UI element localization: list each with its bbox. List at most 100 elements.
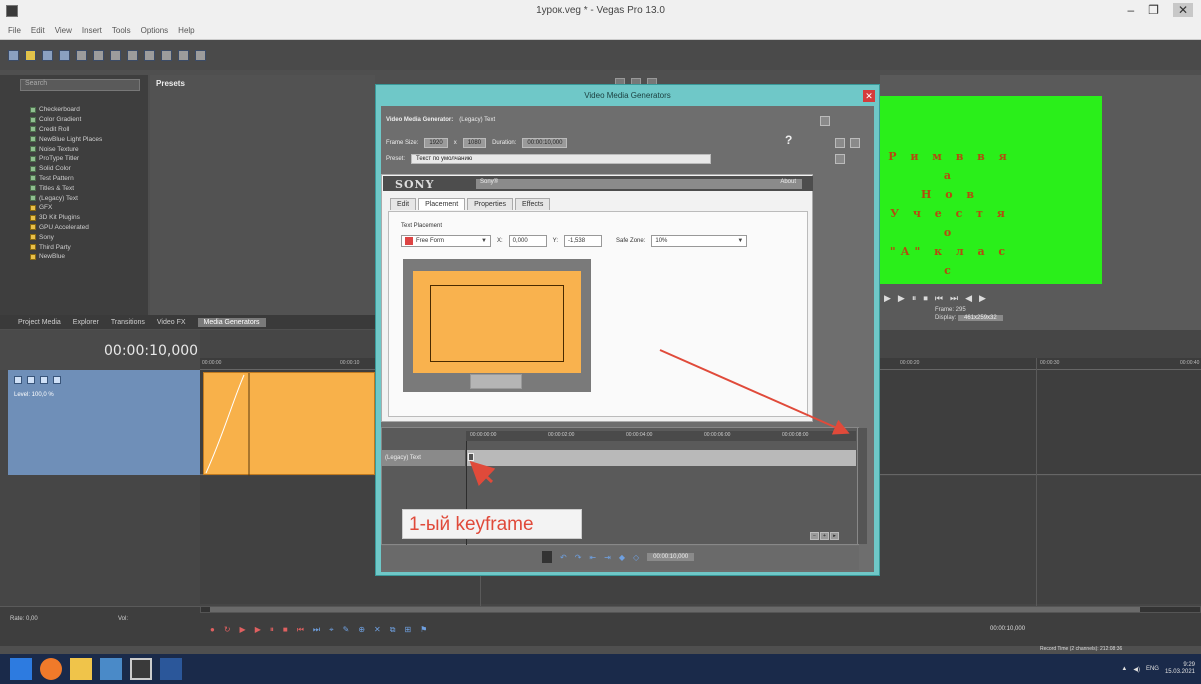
tree-folder[interactable]: Sony <box>30 232 102 242</box>
keyframe-scrollbar[interactable] <box>857 428 867 544</box>
tree-item[interactable]: Credit Roll <box>30 125 102 135</box>
preset-select[interactable]: Текст по умолчанию <box>411 154 712 164</box>
tree-folder[interactable]: GPU Accelerated <box>30 223 102 233</box>
placement-mode-select[interactable]: Free Form ▼ <box>401 235 491 247</box>
track-motion-icon[interactable] <box>14 376 22 384</box>
menu-tools[interactable]: Tools <box>112 26 131 35</box>
add-keyframe-icon[interactable]: ◆ <box>619 553 625 562</box>
loop-icon[interactable]: ↻ <box>224 625 231 635</box>
tab-properties[interactable]: Properties <box>467 198 514 210</box>
save-as-icon[interactable] <box>59 49 70 61</box>
frame-width-input[interactable]: 1920 <box>424 138 448 148</box>
keyframe-timecode[interactable]: 00:00:10,000 <box>647 553 695 561</box>
solo-icon[interactable] <box>53 376 61 384</box>
keyframe-marker[interactable] <box>468 453 474 461</box>
next-keyframe-icon[interactable]: ⇤ <box>589 553 596 562</box>
word-icon[interactable] <box>160 658 182 680</box>
preview-toggle-icon[interactable] <box>820 116 830 126</box>
prev-frame-icon[interactable]: ⏮ <box>935 293 943 304</box>
tab-video-fx[interactable]: Video FX <box>157 319 186 326</box>
normal-edit-tool-icon[interactable]: ⌖ <box>329 625 334 635</box>
keyframe-ruler[interactable]: 00:00:00:00 00:00:02:00 00:00:04:00 00:0… <box>466 431 856 441</box>
tree-folder[interactable]: NewBlue <box>30 252 102 262</box>
sync-cursor-icon[interactable] <box>542 551 552 563</box>
zoom-in-icon[interactable]: + <box>820 532 829 540</box>
delete-icon[interactable]: ✕ <box>374 625 381 635</box>
prev-keyframe-icon[interactable]: ↷ <box>575 553 582 562</box>
stop-icon[interactable]: ■ <box>283 625 288 635</box>
x-input[interactable]: 0,000 <box>508 235 547 247</box>
marker-icon[interactable]: ⚑ <box>420 625 427 635</box>
track-fx-icon[interactable] <box>27 376 35 384</box>
split-icon[interactable]: ⧉ <box>390 625 396 635</box>
vegas-taskbar-icon[interactable] <box>130 658 152 680</box>
text-position-handle[interactable] <box>470 374 522 389</box>
menu-view[interactable]: View <box>55 26 72 35</box>
go-end-icon[interactable]: ⏭ <box>313 625 320 635</box>
undo-icon[interactable] <box>161 49 172 61</box>
mute-icon[interactable] <box>40 376 48 384</box>
preset-dropdown-icon[interactable] <box>835 154 845 164</box>
about-button[interactable]: About <box>780 179 796 185</box>
go-start-icon[interactable]: ⏮ <box>297 625 304 635</box>
dialog-close-button[interactable]: ✕ <box>863 90 875 102</box>
next-frame-icon[interactable]: ⏭ <box>950 293 958 304</box>
menu-insert[interactable]: Insert <box>82 26 102 35</box>
tree-item[interactable]: Solid Color <box>30 164 102 174</box>
y-input[interactable]: -1,538 <box>564 235 603 247</box>
new-project-icon[interactable] <box>8 49 19 61</box>
render-icon[interactable] <box>76 49 87 61</box>
tree-folder[interactable]: Third Party <box>30 242 102 252</box>
paste-icon[interactable] <box>144 49 155 61</box>
video-track-header[interactable]: Level: 100,0 % <box>8 370 200 475</box>
tree-item[interactable]: Color Gradient <box>30 115 102 125</box>
zoom-out-icon[interactable]: − <box>810 532 819 540</box>
play-icon[interactable]: ▶ <box>884 293 891 304</box>
help-icon[interactable]: ? <box>785 133 792 147</box>
menu-edit[interactable]: Edit <box>31 26 45 35</box>
last-keyframe-icon[interactable]: ⇥ <box>604 553 611 562</box>
close-button[interactable]: ✕ <box>1172 3 1193 17</box>
tree-item[interactable]: Test Pattern <box>30 174 102 184</box>
zoom-tool-icon[interactable]: ⊕ <box>358 625 365 635</box>
menu-options[interactable]: Options <box>141 26 169 35</box>
tree-item[interactable]: Checkerboard <box>30 105 102 115</box>
open-folder-icon[interactable] <box>25 49 36 61</box>
keyframe-lane[interactable] <box>466 450 856 466</box>
stop-icon[interactable]: ⏹ <box>923 293 928 304</box>
tree-item[interactable]: Titles & Text <box>30 183 102 193</box>
menu-help[interactable]: Help <box>178 26 194 35</box>
minimize-button[interactable]: – <box>1127 3 1134 17</box>
language-indicator[interactable]: ENG <box>1146 666 1159 672</box>
properties-icon[interactable] <box>93 49 104 61</box>
scroll-right-icon[interactable]: ▸ <box>830 532 839 540</box>
forward-icon[interactable]: ▶ <box>979 293 986 304</box>
safe-zone-select[interactable]: 10% ▼ <box>651 235 748 247</box>
tree-item[interactable]: NewBlue Light Places <box>30 134 102 144</box>
play-from-start-icon[interactable]: ▶ <box>898 293 905 304</box>
pause-icon[interactable]: ⏸ <box>270 625 274 635</box>
tab-explorer[interactable]: Explorer <box>73 319 99 326</box>
tab-placement[interactable]: Placement <box>418 198 466 210</box>
envelope-tool-icon[interactable]: ✎ <box>343 625 350 635</box>
network-icon[interactable]: ▲ <box>1121 666 1127 672</box>
tab-transitions[interactable]: Transitions <box>111 319 145 326</box>
pc-icon[interactable] <box>100 658 122 680</box>
pause-icon[interactable]: ⏸ <box>912 293 917 304</box>
maximize-button[interactable]: ❐ <box>1148 3 1159 17</box>
clock[interactable]: 9:29 15.03.2021 <box>1165 662 1195 676</box>
delete-preset-icon[interactable] <box>850 138 860 148</box>
first-keyframe-icon[interactable]: ↶ <box>560 553 567 562</box>
tab-project-media[interactable]: Project Media <box>18 319 61 326</box>
tree-folder[interactable]: GFX <box>30 203 102 213</box>
search-input[interactable]: Search <box>20 79 140 91</box>
tab-media-generators[interactable]: Media Generators <box>197 317 266 327</box>
delete-keyframe-icon[interactable]: ◇ <box>633 553 639 562</box>
frame-height-input[interactable]: 1080 <box>462 138 487 148</box>
text-clip[interactable] <box>203 372 375 476</box>
volume-icon[interactable]: ◀) <box>1133 666 1140 673</box>
tab-edit[interactable]: Edit <box>390 198 417 210</box>
tree-item[interactable]: (Legacy) Text <box>30 193 102 203</box>
record-icon[interactable]: ● <box>210 625 215 635</box>
scrollbar-thumb[interactable] <box>210 607 1140 612</box>
